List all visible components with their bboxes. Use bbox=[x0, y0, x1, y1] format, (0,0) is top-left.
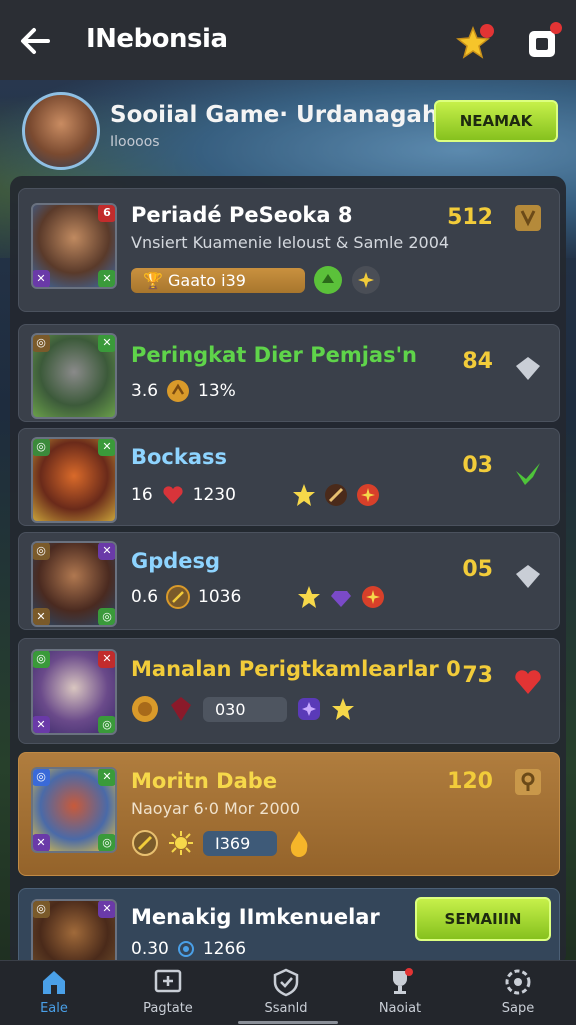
coin-icon bbox=[132, 696, 158, 722]
star-icon bbox=[298, 586, 321, 608]
card-subtitle: Vnsiert Kuamenie Ieloust & Samle 2004 bbox=[131, 233, 450, 252]
stat-value: 0.30 bbox=[131, 939, 169, 959]
coin-icon bbox=[166, 585, 191, 609]
stat-points: 1266 bbox=[202, 939, 247, 959]
avatar[interactable] bbox=[22, 92, 100, 170]
character-thumbnail: ◎ ✕ ✕ ◎ bbox=[31, 649, 117, 735]
star-icon bbox=[332, 698, 354, 720]
leaf-icon bbox=[314, 266, 342, 294]
green-badge-icon bbox=[516, 463, 540, 485]
rank-shield-icon bbox=[515, 205, 541, 231]
card-title: Moritn Dabe bbox=[131, 769, 278, 793]
home-icon bbox=[43, 971, 65, 994]
character-thumbnail: ◎ ✕ ✕ ◎ bbox=[31, 767, 117, 853]
back-arrow-icon[interactable] bbox=[16, 22, 54, 60]
primary-action-button[interactable]: NEAMAK bbox=[434, 100, 558, 142]
silver-badge-icon bbox=[516, 565, 540, 588]
star-icon bbox=[292, 484, 315, 506]
sword-icon bbox=[324, 484, 347, 506]
top-bar: INebonsia bbox=[0, 0, 576, 80]
nav-home[interactable]: Eale bbox=[14, 967, 94, 1016]
favorites-button[interactable] bbox=[456, 24, 496, 64]
silver-badge-icon bbox=[516, 357, 540, 380]
card-title: Peringkat Dier Pemjas'n bbox=[131, 343, 417, 367]
nav-screen[interactable]: Pagtate bbox=[128, 967, 208, 1016]
nav-settings[interactable]: Sape bbox=[478, 967, 558, 1016]
character-thumbnail: ◎ ✕ bbox=[31, 333, 117, 419]
notification-dot bbox=[480, 24, 494, 38]
burst-icon bbox=[356, 484, 379, 506]
value-pill: 030 bbox=[203, 696, 287, 722]
card-title: Bockass bbox=[131, 445, 228, 469]
profile-name: Sooiial Game· Urdanagah bbox=[110, 102, 439, 128]
value-pill: I369 bbox=[203, 830, 277, 856]
list-item[interactable]: ◎ ✕ ✕ ◎ Manalan Perigtkamlearlar 0 030 7… bbox=[18, 638, 560, 744]
card-title: Manalan Perigtkamlearlar 0 bbox=[131, 657, 461, 681]
profile-header: Sooiial Game· Urdanagah Iloooos NEAMAK bbox=[0, 80, 576, 176]
nav-shield[interactable]: Ssanld bbox=[246, 967, 326, 1016]
score: 05 bbox=[462, 557, 493, 582]
red-badge-icon bbox=[515, 670, 541, 694]
character-thumbnail: ◎ ✕ bbox=[31, 437, 117, 523]
score: 120 bbox=[447, 769, 493, 794]
list-item[interactable]: ◎ ✕ Peringkat Dier Pemjas'n 3.6 13% 84 bbox=[18, 324, 560, 422]
shield-icon bbox=[273, 968, 299, 997]
gem-icon bbox=[331, 591, 352, 607]
flame-icon bbox=[290, 831, 308, 857]
nav-trophy[interactable]: Naoiat bbox=[360, 967, 440, 1016]
stat-points: 1230 bbox=[192, 485, 236, 505]
stat-value: 3.6 bbox=[131, 381, 159, 401]
character-thumbnail: ◎ ✕ ✕ ◎ bbox=[31, 541, 117, 627]
list-item[interactable]: ◎ ✕ ✕ ◎ Gpdesg 0.6 1036 05 bbox=[18, 532, 560, 630]
stat-value: 16 bbox=[131, 485, 153, 505]
rank-shield-icon bbox=[515, 769, 541, 795]
score: 73 bbox=[462, 663, 493, 688]
list-item[interactable]: ◎ ✕ Bockass 16 1230 03 bbox=[18, 428, 560, 526]
bottom-navigation: Eale Pagtate Ssanld Naoiat Sape bbox=[0, 960, 576, 1025]
profile-subtitle: Iloooos bbox=[110, 134, 160, 150]
list-item-highlighted[interactable]: ◎ ✕ ✕ ◎ Moritn Dabe Naoyar 6·0 Mor 2000 … bbox=[18, 752, 560, 876]
stat-value: 0.6 bbox=[131, 587, 159, 607]
ruby-icon bbox=[171, 697, 191, 721]
settings-icon bbox=[505, 969, 531, 995]
secondary-action-button[interactable]: SEMAIIIN bbox=[415, 897, 551, 941]
card-subtitle: Naoyar 6·0 Mor 2000 bbox=[131, 799, 301, 818]
score: 03 bbox=[462, 453, 493, 478]
gem-icon bbox=[298, 698, 320, 720]
card-title: Gpdesg bbox=[131, 549, 221, 573]
sparkle-icon bbox=[352, 266, 380, 294]
stat-percent: 13% bbox=[198, 381, 236, 401]
sun-icon bbox=[169, 831, 193, 855]
stat-points: 1036 bbox=[198, 587, 242, 607]
coin-icon bbox=[167, 380, 190, 402]
list-item[interactable]: 6 ✕ ✕ Periadé PeSeoka 8 Vnsiert Kuamenie… bbox=[18, 188, 560, 312]
eye-icon bbox=[177, 941, 194, 957]
score: 84 bbox=[462, 349, 493, 374]
compass-icon bbox=[132, 830, 158, 856]
heart-icon bbox=[162, 486, 183, 504]
page-title: INebonsia bbox=[86, 24, 228, 54]
cube-button[interactable] bbox=[522, 22, 564, 64]
character-thumbnail: 6 ✕ ✕ bbox=[31, 203, 117, 289]
burst-icon bbox=[362, 586, 385, 608]
card-title: Menakig IImkenuelar bbox=[131, 905, 380, 929]
progress-pill: 🏆 Gaato i39 bbox=[131, 267, 305, 293]
trophy-icon: 🏆 bbox=[143, 270, 163, 290]
screen-icon bbox=[154, 969, 182, 993]
notification-dot bbox=[550, 22, 562, 34]
score: 512 bbox=[447, 205, 493, 230]
card-title: Periadé PeSeoka 8 bbox=[131, 203, 353, 227]
trophy-icon bbox=[393, 968, 413, 994]
